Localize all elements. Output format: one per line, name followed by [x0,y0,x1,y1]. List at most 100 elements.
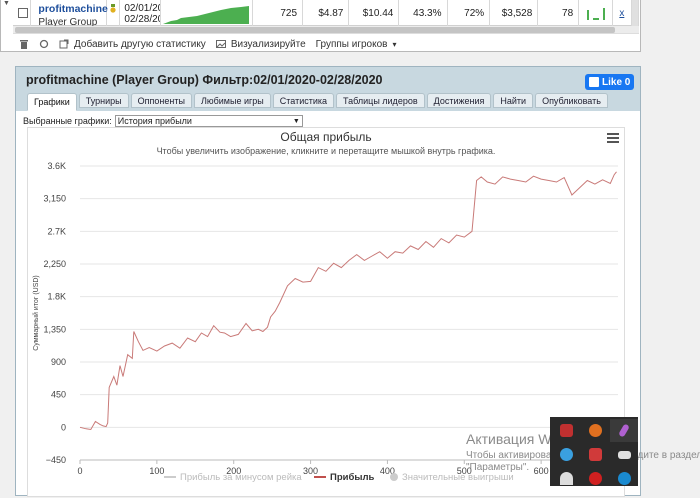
y-tick-label: 3.6K [47,161,66,171]
remove-row-link[interactable]: x [613,0,632,26]
page-background-edge [646,0,700,486]
delete-button[interactable] [19,39,29,49]
facebook-like-button[interactable]: Like 0 [585,74,634,90]
external-link-icon [59,39,69,49]
scrollbar-thumb[interactable] [15,27,615,33]
chevron-down-icon: ▾ [392,39,397,49]
y-tick-label: 2.7K [47,226,66,236]
tray-app-icon[interactable] [552,467,580,490]
system-tray-popup [550,417,638,486]
stats-table-row[interactable]: profitmachine Player Group 02/01/202 02/… [13,0,639,28]
telegram-icon [559,448,573,461]
tab-charts[interactable]: Графики [27,93,77,111]
trash-icon [20,40,28,49]
chart-selector-label: Выбранные графики: [23,116,112,126]
tab-opponents[interactable]: Оппоненты [130,93,192,108]
chart-selector-row: Выбранные графики: История прибыли ▼ [23,115,303,127]
chart-title: Общая прибыль [280,130,372,144]
ability-value: 78 [538,0,580,26]
visualize-label: Визуализируйте [230,38,306,50]
x-tick-label: 0 [77,466,82,476]
y-tick-label: 2,250 [43,259,66,269]
chart-menu-icon[interactable] [607,133,619,145]
facebook-like-label: Like 0 [602,76,631,88]
refresh-button[interactable] [39,39,49,49]
thumbs-up-icon [589,77,599,87]
avg-stake: $4.87 [303,0,350,26]
panel-tabs: Графики Турниры Оппоненты Любимые игры С… [27,93,608,111]
mini-bars-cell [579,0,614,26]
profit-sparkline [163,6,250,24]
tab-publish[interactable]: Опубликовать [535,93,608,108]
chart-type-selected: История прибыли [117,116,192,126]
legend-marker [390,473,398,481]
y-tick-label: 1.8K [47,292,66,302]
player-name-cell: profitmachine Player Group [31,0,108,28]
player-groups-label: Группы игроков [315,38,388,50]
tray-app-icon[interactable] [610,443,638,466]
visualize-button[interactable]: Визуализируйте [215,38,306,50]
chart-subtitle: Чтобы увеличить изображение, кликните и … [156,146,496,156]
tab-achievements[interactable]: Достижения [426,93,492,108]
profit-value: $3,528 [490,0,539,26]
y-tick-label: 0 [61,422,66,432]
date-to: 02/28/202 [124,14,160,25]
x-tick-label: 300 [303,466,318,476]
panel-header: profitmachine (Player Group) Фильтр:02/0… [16,67,640,111]
feather-icon [618,423,630,438]
tab-favorite-games[interactable]: Любимые игры [193,93,271,108]
refresh-icon [39,39,49,49]
row-checkbox[interactable] [18,8,28,18]
tab-tournaments[interactable]: Турниры [78,93,129,108]
firefox-icon [588,424,602,437]
tray-app-icon[interactable] [610,419,638,442]
row-end-cell [631,0,639,26]
wifi-icon [559,472,573,485]
tab-find[interactable]: Найти [493,93,534,108]
tray-app-icon[interactable] [581,443,609,466]
date-from: 02/01/202 [124,3,160,14]
avg-profit: $10.44 [349,0,400,26]
y-tick-label: 450 [51,390,66,400]
row-select-cell [13,0,32,26]
itm-value: 72% [448,0,491,26]
tray-app-icon[interactable] [552,443,580,466]
panel-title: profitmachine (Player Group) Фильтр:02/0… [26,73,383,87]
date-range-cell: 02/01/202 02/28/202 [120,0,162,26]
sort-arrow-icon[interactable]: ▼ [3,0,10,7]
y-tick-label: −450 [46,455,66,465]
tray-app-icon[interactable] [581,419,609,442]
shield-icon [588,448,602,461]
add-stat-label: Добавить другую статистику [74,38,206,50]
legend-label: Прибыль за минусом рейка [180,472,302,483]
tab-leaderboards[interactable]: Таблицы лидеров [336,93,425,108]
profit-sparkline-cell [161,0,254,26]
image-icon [215,40,226,48]
stats-table-panel: ▼ profitmachine Player Group 02/01/202 0… [0,0,641,52]
chart-type-select[interactable]: История прибыли ▼ [114,115,303,127]
y-tick-label: 900 [51,357,66,367]
add-stat-button[interactable]: Добавить другую статистику [59,39,206,50]
mini-bars-chart [587,8,606,20]
antivirus-icon [588,472,602,485]
roi-value: 43.3% [399,0,448,26]
legend-label: Прибыль [330,472,374,483]
player-groups-dropdown[interactable]: Группы игроков ▾ [316,39,397,50]
series-line-profit [79,171,617,431]
stats-toolbar: Добавить другую статистику Визуализируйт… [19,37,397,51]
horizontal-scrollbar[interactable] [13,26,639,34]
medal-icon [110,4,117,13]
tray-app-icon[interactable] [581,467,609,490]
tab-statistics[interactable]: Статистика [272,93,335,108]
games-count: 725 [253,0,304,26]
battery-icon [617,450,631,459]
player-name-link[interactable]: profitmachine [38,3,107,15]
stop-sign-icon [559,424,573,437]
tray-app-icon[interactable] [552,419,580,442]
x-tick-label: 100 [149,466,164,476]
y-axis-label: Суммарный итог (USD) [32,275,40,351]
badge-cell [107,0,121,26]
y-tick-label: 3,150 [43,194,66,204]
chevron-down-icon: ▼ [292,117,300,125]
tray-app-icon[interactable] [610,467,638,490]
